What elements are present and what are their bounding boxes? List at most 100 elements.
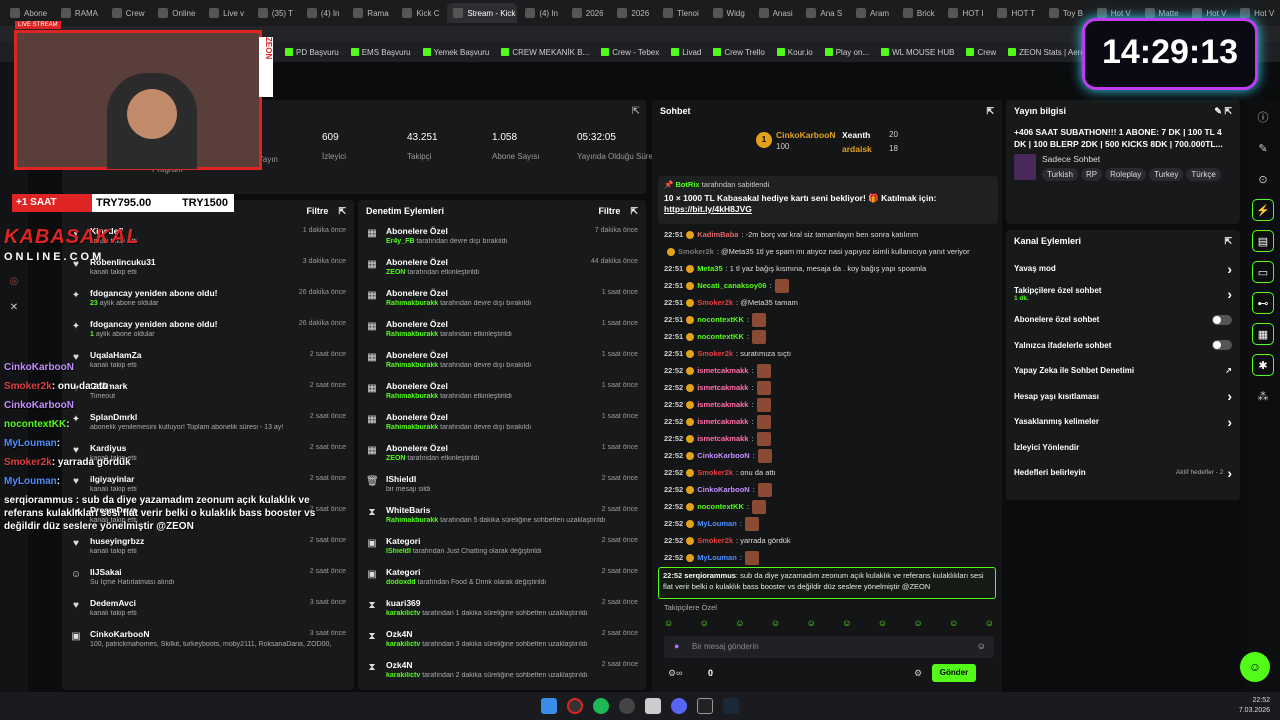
channel-action[interactable]: Hesap yaşı kısıtlaması › <box>1006 384 1240 410</box>
browser-tab[interactable]: Brick <box>897 3 941 23</box>
chat-username[interactable]: nocontextKK <box>697 311 744 328</box>
chat-username[interactable]: nocontextKK <box>697 328 744 345</box>
browser-tab[interactable]: Kick C <box>396 3 445 23</box>
bookmark[interactable]: ZEON Stats | Aero... <box>1008 48 1091 57</box>
support-button[interactable]: ☺ <box>1240 652 1270 682</box>
tag-pill[interactable]: Roleplay <box>1105 168 1147 181</box>
browser-tab[interactable]: Stream - Kick <box>447 3 518 23</box>
chat-username[interactable]: ismetcakmakk <box>697 430 748 447</box>
bookmark[interactable]: Crew Trello <box>713 48 765 57</box>
browser-tab[interactable]: RAMA <box>55 3 104 23</box>
channel-action[interactable]: Yavaş mod › <box>1006 256 1240 282</box>
notes-icon[interactable]: ▤ <box>1252 230 1274 252</box>
chat-input[interactable]: Bir mesaj gönderin ● ☺ <box>664 636 994 658</box>
pinned-link[interactable]: https://bit.ly/4kH8JVG <box>664 204 992 214</box>
gift-icon[interactable]: ⚙∞ <box>668 668 682 679</box>
browser-tab[interactable]: Anasi <box>753 3 799 23</box>
chat-username[interactable]: nocontextKK <box>697 498 744 515</box>
info-icon[interactable]: ⓘ <box>1252 106 1274 128</box>
popout-icon[interactable]: ⇱ <box>1224 236 1232 247</box>
browser-tab[interactable]: Widg <box>707 3 751 23</box>
epic-icon[interactable] <box>697 698 713 714</box>
channel-action[interactable]: Yasaklanmış kelimeler › <box>1006 409 1240 435</box>
send-button[interactable]: Gönder <box>932 664 976 682</box>
channel-action[interactable]: Yapay Zeka ile Sohbet Denetimi ↗ <box>1006 358 1240 384</box>
wrench-icon[interactable]: ✱ <box>1252 354 1274 376</box>
layout-icon[interactable]: ▦ <box>1252 323 1274 345</box>
bookmark[interactable]: Crew <box>966 48 996 57</box>
toggle-switch[interactable] <box>1212 340 1232 351</box>
popout-icon[interactable]: ⇱ <box>338 206 346 217</box>
browser-tab[interactable]: HOT I <box>942 3 989 23</box>
instagram-icon[interactable]: ◎ <box>8 276 20 288</box>
browser-tab[interactable]: Tlenoi <box>657 3 705 23</box>
chat-username[interactable]: Necati_canaksoy06 <box>697 277 766 294</box>
start-icon[interactable] <box>541 698 557 714</box>
mic-icon[interactable]: ● <box>674 641 679 651</box>
browser-tab[interactable]: 2026 <box>566 3 610 23</box>
pencil-icon[interactable]: ✎ <box>1252 137 1274 159</box>
browser-tab[interactable]: Crew <box>106 3 150 23</box>
tag-pill[interactable]: Turkish <box>1042 168 1078 181</box>
bookmark[interactable]: Crew - Tebex <box>601 48 659 57</box>
target-icon[interactable]: ⊙ <box>1252 168 1274 190</box>
chat-username[interactable]: ismetcakmakk <box>697 413 748 430</box>
browser-tab[interactable]: Live v <box>203 3 250 23</box>
chat-username[interactable]: ismetcakmakk <box>697 362 748 379</box>
browser-tab[interactable]: Aram <box>850 3 895 23</box>
chat-username[interactable]: CinkoKarbooN <box>697 481 750 498</box>
browser-tab[interactable]: (4) In <box>301 3 345 23</box>
chat-username[interactable]: MyLouman <box>697 515 737 532</box>
toggle-switch[interactable] <box>1212 314 1232 325</box>
browser-tab[interactable]: (35) T <box>252 3 299 23</box>
bookmark[interactable]: WL MOUSE HUB <box>881 48 954 57</box>
bookmark[interactable]: EMS Başvuru <box>350 48 411 57</box>
channel-action[interactable]: Hedefleri belirleyin Aktif hedefler - 2 › <box>1006 460 1240 486</box>
browser-tab[interactable]: (4) In <box>519 3 563 23</box>
chat-username[interactable]: Smoker2k <box>697 294 733 311</box>
tag-pill[interactable]: Türkçe <box>1186 168 1221 181</box>
chat-username[interactable]: ismetcakmakk <box>697 379 748 396</box>
flash-icon[interactable]: ⚡ <box>1252 199 1274 221</box>
radio-icon[interactable]: ⊷ <box>1252 292 1274 314</box>
opera-icon[interactable] <box>567 698 583 714</box>
bookmark[interactable]: Livad <box>671 48 701 57</box>
bookmark[interactable]: CREW MEKANİK B... <box>501 48 589 57</box>
chat-icon[interactable]: ▭ <box>1252 261 1274 283</box>
discord-icon[interactable] <box>671 698 687 714</box>
x-icon[interactable]: ✕ <box>8 302 20 314</box>
browser-tab[interactable]: Toy B <box>1043 3 1089 23</box>
browser-tab[interactable]: 2026 <box>611 3 655 23</box>
channel-action[interactable]: İzleyici Yönlendir <box>1006 435 1240 461</box>
spotify-icon[interactable] <box>593 698 609 714</box>
browser-tab[interactable]: Ana S <box>800 3 848 23</box>
chat-username[interactable]: KadimBaba <box>697 226 738 243</box>
popout-icon[interactable]: ⇱ <box>630 206 638 217</box>
bookmark[interactable]: Play on... <box>824 48 869 57</box>
files-icon[interactable] <box>645 698 661 714</box>
apps-icon[interactable]: ⁂ <box>1252 385 1274 407</box>
browser-tab[interactable]: Rama <box>347 3 394 23</box>
obs-icon[interactable] <box>619 698 635 714</box>
steam-icon[interactable] <box>723 698 739 714</box>
bookmark[interactable]: Yemek Başvuru <box>422 48 489 57</box>
channel-action[interactable]: Abonelere özel sohbet <box>1006 307 1240 333</box>
chat-username[interactable]: Smoker2k <box>697 464 733 481</box>
chat-username[interactable]: Meta35 <box>697 260 722 277</box>
chat-username[interactable]: ismetcakmakk <box>697 396 748 413</box>
tag-pill[interactable]: Turkey <box>1149 168 1184 181</box>
channel-action[interactable]: Takipçilere özel sohbet 1 dk. › <box>1006 282 1240 308</box>
channel-action[interactable]: Yalnızca ifadelerle sohbet <box>1006 333 1240 359</box>
chat-username[interactable]: Smoker2k <box>697 532 733 549</box>
browser-tab[interactable]: HOT T <box>991 3 1040 23</box>
bookmark[interactable]: PD Başvuru <box>285 48 339 57</box>
tag-pill[interactable]: RP <box>1080 168 1103 181</box>
settings-icon[interactable]: ⚙ <box>914 668 922 679</box>
chat-username[interactable]: MyLouman <box>697 549 737 566</box>
filter-button[interactable]: Filtre <box>306 206 328 216</box>
chat-username[interactable]: CinkoKarbooN <box>697 447 750 464</box>
browser-tab[interactable]: Abone <box>4 3 53 23</box>
edit-icon[interactable]: ✎ ⇱ <box>1214 106 1232 117</box>
emote-bar[interactable]: ☺ ☺ ☺ ☺ ☺ ☺ ☺ ☺ ☺ ☺ <box>664 618 994 628</box>
browser-tab[interactable]: Online <box>152 3 201 23</box>
